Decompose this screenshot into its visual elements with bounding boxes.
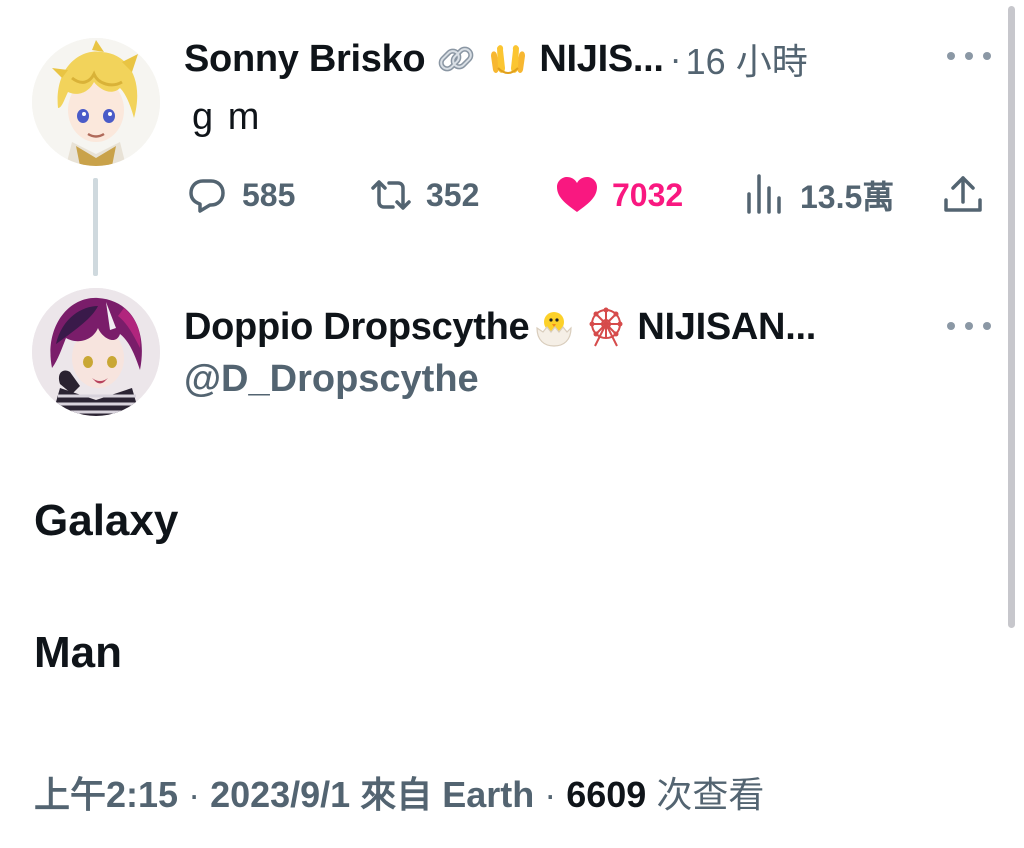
- link-icon: [435, 38, 477, 80]
- avatar-sonny-brisko-image: [32, 38, 160, 166]
- main-tweet-text-line: Galaxy: [34, 496, 179, 545]
- avatar-doppio-dropscythe[interactable]: [32, 288, 160, 416]
- heart-filled-icon: [557, 177, 597, 212]
- main-display-name[interactable]: Doppio Dropscythe: [184, 306, 530, 349]
- main-tweet-header: Doppio Dropscythe NIJISAN...: [184, 302, 816, 352]
- more-dot-icon: [983, 52, 991, 60]
- reply-tweet-header: Sonny Brisko NIJIS... · 16 小時: [184, 34, 808, 84]
- bar-chart-icon: [747, 174, 781, 214]
- tweet-thread-page: Sonny Brisko NIJIS... · 16 小時 g m 585 35…: [0, 0, 1024, 848]
- hatching-chick-icon: [533, 306, 575, 348]
- retweet-icon: [371, 180, 411, 210]
- reply-button[interactable]: 585: [184, 170, 295, 220]
- thread-connector-line: [93, 178, 98, 276]
- views-count: 13.5萬: [800, 179, 895, 215]
- more-dot-icon: [947, 52, 955, 60]
- reply-display-name[interactable]: Sonny Brisko: [184, 38, 426, 81]
- tweet-source: 來自 Earth: [350, 774, 535, 815]
- ferris-wheel-icon: [585, 306, 627, 348]
- open-hands-icon: [487, 38, 529, 80]
- avatar-doppio-dropscythe-image: [32, 288, 160, 416]
- avatar-sonny-brisko[interactable]: [32, 38, 160, 166]
- speech-bubble-icon: [189, 179, 225, 213]
- main-tweet-text-line: Man: [34, 628, 122, 677]
- main-nickname-truncated: NIJISAN...: [637, 305, 816, 348]
- reply-count: 585: [242, 176, 296, 213]
- retweet-count: 352: [426, 176, 480, 213]
- tweet-meta: 上午2:15 · 2023/9/1 來自 Earth · 6609 次查看: [34, 766, 764, 818]
- share-upload-icon: [944, 176, 982, 212]
- like-button[interactable]: 7032: [554, 170, 683, 220]
- more-dot-icon: [947, 322, 955, 330]
- separator-dot: ·: [669, 38, 682, 79]
- more-dot-icon: [965, 322, 973, 330]
- meta-separator: ·: [534, 774, 567, 815]
- tweet-views-count: 6609: [566, 774, 647, 815]
- reply-timestamp[interactable]: 16 小時: [686, 33, 808, 85]
- like-count: 7032: [612, 176, 684, 213]
- scrollbar[interactable]: [1008, 6, 1015, 628]
- more-dot-icon: [965, 52, 973, 60]
- main-handle[interactable]: @D_Dropscythe: [184, 358, 479, 401]
- reply-tweet-text: g m: [192, 96, 262, 138]
- tweet-date[interactable]: 2023/9/1: [210, 774, 350, 815]
- views-button[interactable]: 13.5萬: [742, 170, 894, 220]
- meta-separator: ·: [178, 774, 211, 815]
- retweet-button[interactable]: 352: [368, 170, 479, 220]
- reply-nickname-truncated: NIJIS...: [539, 37, 664, 80]
- tweet-time[interactable]: 上午2:15: [34, 774, 178, 815]
- share-button[interactable]: [940, 170, 998, 220]
- reply-action-bar: 585 352 7032 13.5萬: [184, 170, 994, 220]
- reply-more-options-button[interactable]: [947, 46, 991, 66]
- main-more-options-button[interactable]: [947, 316, 991, 336]
- more-dot-icon: [983, 322, 991, 330]
- tweet-views-label: 次查看: [646, 774, 765, 815]
